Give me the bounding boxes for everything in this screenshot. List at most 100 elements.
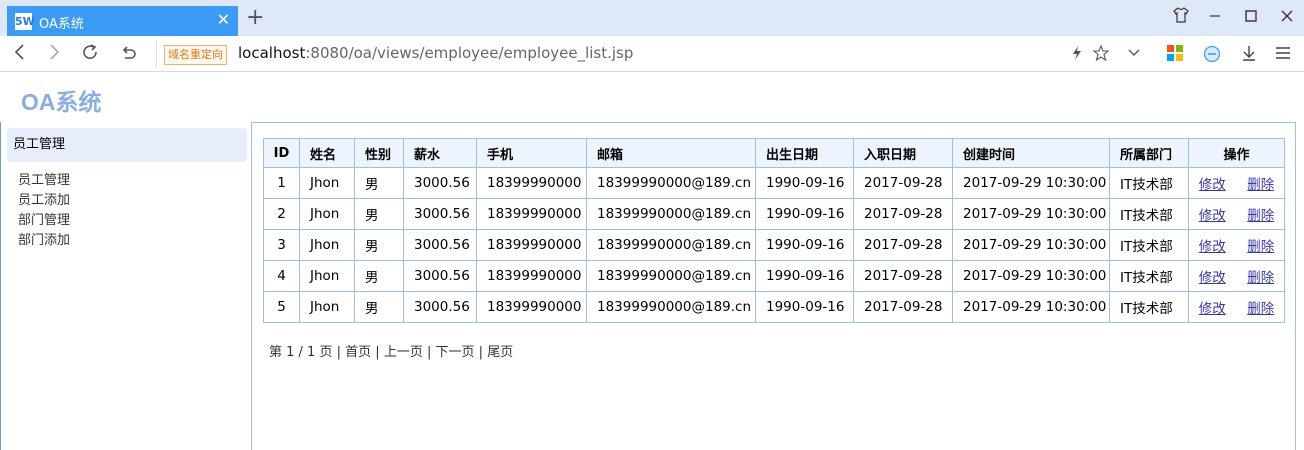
minimize-icon[interactable] — [1204, 7, 1226, 29]
tab-title: OA系统 — [39, 17, 84, 32]
delete-link[interactable]: 删除 — [1247, 177, 1274, 193]
delete-link[interactable]: 删除 — [1247, 239, 1274, 255]
cell-salary: 3000.56 — [403, 198, 477, 230]
cell-actions: 修改 删除 — [1188, 198, 1285, 230]
cell-created-time: 2017-09-29 10:30:00 — [952, 198, 1110, 230]
main-content: ID 姓名 性别 薪水 手机 邮箱 出生日期 入职日期 创建时间 所属部门 操作… — [251, 122, 1296, 450]
reload-icon[interactable] — [78, 42, 102, 66]
col-header-created-time: 创建时间 — [952, 138, 1110, 168]
menu-icon[interactable] — [1275, 45, 1291, 65]
shirt-icon[interactable] — [1170, 7, 1192, 29]
cell-email: 18399990000@189.cn — [586, 229, 756, 261]
cell-id: 2 — [263, 198, 300, 230]
table-row: 2 Jhon 男 3000.56 18399990000 18399990000… — [263, 198, 1285, 230]
cell-name: Jhon — [299, 260, 355, 292]
sidebar: 员工管理 员工管理 员工添加 部门管理 部门添加 — [0, 122, 252, 450]
sidebar-menu: 员工管理 员工添加 部门管理 部门添加 — [18, 171, 70, 251]
table-header-row: ID 姓名 性别 薪水 手机 邮箱 出生日期 入职日期 创建时间 所属部门 操作 — [263, 138, 1285, 168]
cell-birth-date: 1990-09-16 — [755, 229, 854, 261]
cell-hire-date: 2017-09-28 — [853, 260, 953, 292]
back-icon[interactable] — [8, 42, 32, 66]
page-info: 第 1 / 1 页 — [269, 345, 333, 360]
table-row: 3 Jhon 男 3000.56 18399990000 18399990000… — [263, 229, 1285, 261]
delete-link[interactable]: 删除 — [1247, 208, 1274, 224]
col-header-actions: 操作 — [1188, 138, 1285, 168]
url-text: localhost:8080/oa/views/employee/employe… — [238, 44, 633, 62]
cell-birth-date: 1990-09-16 — [755, 260, 854, 292]
cell-actions: 修改 删除 — [1188, 291, 1285, 323]
col-header-gender: 性别 — [354, 138, 404, 168]
edit-link[interactable]: 修改 — [1199, 270, 1226, 286]
address-bar: 域名重定向 localhost:8080/oa/views/employee/e… — [0, 36, 1304, 72]
cell-id: 1 — [263, 167, 300, 199]
last-page-link[interactable]: 尾页 — [487, 345, 513, 360]
download-icon[interactable] — [1241, 45, 1257, 65]
close-icon[interactable] — [1276, 7, 1298, 29]
pager-separator: | — [426, 345, 432, 360]
cell-department: IT技术部 — [1109, 291, 1189, 323]
undo-icon[interactable] — [116, 42, 140, 66]
col-header-hire-date: 入职日期 — [853, 138, 953, 168]
cell-created-time: 2017-09-29 10:30:00 — [952, 229, 1110, 261]
sidebar-section-title[interactable]: 员工管理 — [7, 128, 247, 162]
minus-circle-icon[interactable] — [1203, 45, 1221, 67]
star-icon[interactable] — [1092, 44, 1110, 65]
delete-link[interactable]: 删除 — [1247, 301, 1274, 317]
cell-email: 18399990000@189.cn — [586, 260, 756, 292]
cell-id: 5 — [263, 291, 300, 323]
maximize-icon[interactable] — [1240, 7, 1262, 29]
edit-link[interactable]: 修改 — [1199, 208, 1226, 224]
cell-gender: 男 — [354, 260, 404, 292]
pager-separator: | — [336, 345, 341, 360]
cell-hire-date: 2017-09-28 — [853, 198, 953, 230]
first-page-link[interactable]: 首页 — [345, 345, 371, 360]
edit-link[interactable]: 修改 — [1199, 239, 1226, 255]
cell-name: Jhon — [299, 229, 355, 261]
edit-link[interactable]: 修改 — [1199, 301, 1226, 317]
forward-icon[interactable] — [42, 42, 66, 66]
new-tab-button[interactable]: + — [246, 6, 264, 30]
cell-created-time: 2017-09-29 10:30:00 — [952, 291, 1110, 323]
sidebar-item-employee-manage[interactable]: 员工管理 — [18, 171, 70, 191]
tab-close-icon[interactable]: ✕ — [217, 11, 230, 29]
col-header-birth-date: 出生日期 — [755, 138, 854, 168]
cell-gender: 男 — [354, 229, 404, 261]
delete-link[interactable]: 删除 — [1247, 270, 1274, 286]
table-row: 1 Jhon 男 3000.56 18399990000 18399990000… — [263, 167, 1285, 199]
cell-actions: 修改 删除 — [1188, 229, 1285, 261]
cell-birth-date: 1990-09-16 — [755, 198, 854, 230]
cell-actions: 修改 删除 — [1188, 167, 1285, 199]
cell-phone: 18399990000 — [476, 229, 587, 261]
cell-phone: 18399990000 — [476, 260, 587, 292]
cell-birth-date: 1990-09-16 — [755, 291, 854, 323]
cell-hire-date: 2017-09-28 — [853, 291, 953, 323]
cell-id: 4 — [263, 260, 300, 292]
cell-gender: 男 — [354, 167, 404, 199]
site-favicon-icon: 5W — [15, 13, 35, 30]
sidebar-item-department-manage[interactable]: 部门管理 — [18, 211, 70, 231]
lightning-icon[interactable] — [1071, 45, 1083, 65]
browser-tab-active[interactable]: 5W OA系统 ✕ — [7, 6, 238, 36]
cell-phone: 18399990000 — [476, 167, 587, 199]
cell-department: IT技术部 — [1109, 198, 1189, 230]
cell-department: IT技术部 — [1109, 167, 1189, 199]
cell-gender: 男 — [354, 291, 404, 323]
edit-link[interactable]: 修改 — [1199, 177, 1226, 193]
redirect-badge[interactable]: 域名重定向 — [164, 45, 227, 65]
url-field[interactable]: 域名重定向 localhost:8080/oa/views/employee/e… — [156, 40, 1149, 68]
sidebar-item-employee-add[interactable]: 员工添加 — [18, 191, 70, 211]
chevron-down-icon[interactable] — [1127, 45, 1141, 63]
apps-icon[interactable] — [1167, 45, 1183, 65]
cell-salary: 3000.56 — [403, 167, 477, 199]
next-page-link[interactable]: 下一页 — [436, 345, 475, 360]
url-path: :8080/oa/views/employee/employee_list.js… — [305, 44, 634, 62]
pager-separator: | — [375, 345, 380, 360]
cell-department: IT技术部 — [1109, 229, 1189, 261]
cell-created-time: 2017-09-29 10:30:00 — [952, 260, 1110, 292]
cell-department: IT技术部 — [1109, 260, 1189, 292]
sidebar-item-department-add[interactable]: 部门添加 — [18, 231, 70, 251]
table-row: 5 Jhon 男 3000.56 18399990000 18399990000… — [263, 291, 1285, 323]
prev-page-link[interactable]: 上一页 — [384, 345, 423, 360]
col-header-department: 所属部门 — [1109, 138, 1189, 168]
cell-birth-date: 1990-09-16 — [755, 167, 854, 199]
